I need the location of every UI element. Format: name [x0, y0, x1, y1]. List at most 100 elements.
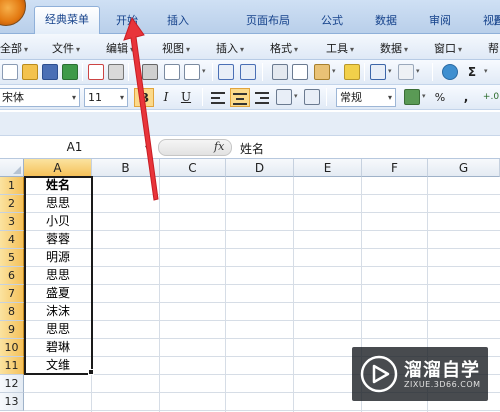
name-box[interactable]: A1	[0, 136, 150, 158]
new-file-icon[interactable]	[2, 64, 18, 80]
print-icon[interactable]	[142, 64, 158, 80]
gridline	[24, 248, 500, 249]
bold-button[interactable]: B	[134, 88, 154, 107]
play-logo-icon	[360, 355, 398, 393]
gridline	[24, 284, 500, 285]
cut-icon[interactable]	[272, 64, 288, 80]
copy-icon[interactable]	[292, 64, 308, 80]
percent-style-button[interactable]: %	[430, 88, 450, 107]
column-header-c[interactable]: C	[160, 159, 226, 177]
toolbar-separator	[432, 63, 433, 81]
ribbon-footer	[0, 112, 500, 136]
tab-classic-menu[interactable]: 经典菜单	[34, 6, 100, 35]
tab-formulas[interactable]: 公式	[310, 8, 354, 34]
menu-window[interactable]: 窗口 ▾	[434, 40, 462, 56]
tab-insert[interactable]: 插入	[156, 8, 200, 34]
toolbar-separator	[82, 63, 83, 81]
menu-format-label: 格式	[270, 42, 292, 55]
tab-developer-partial[interactable]: 开	[484, 8, 500, 34]
align-left-button[interactable]	[208, 88, 228, 107]
menu-insert[interactable]: 插入 ▾	[216, 40, 244, 56]
permission-icon[interactable]	[62, 64, 78, 80]
tab-review[interactable]: 审阅	[416, 8, 464, 34]
hyperlink-icon[interactable]	[442, 64, 458, 80]
menu-edit[interactable]: 编辑 ▾	[106, 40, 134, 56]
menu-data[interactable]: 数据 ▾	[380, 40, 408, 56]
chevron-down-icon: ▾	[24, 45, 29, 54]
undo-icon[interactable]	[370, 64, 386, 80]
row-header-12[interactable]: 12	[0, 375, 24, 393]
chevron-down-icon[interactable]: ▾	[416, 67, 420, 75]
page-setup-icon[interactable]	[184, 64, 200, 80]
chevron-down-icon[interactable]: ▾	[332, 67, 336, 75]
align-center-button[interactable]	[230, 88, 250, 107]
column-header-f[interactable]: F	[362, 159, 428, 177]
spelling-icon[interactable]	[218, 64, 234, 80]
chevron-down-icon[interactable]: ▾	[484, 67, 488, 75]
chevron-down-icon: ▾	[71, 93, 76, 102]
row-header-4[interactable]: 4	[0, 231, 24, 249]
column-header-d[interactable]: D	[226, 159, 294, 177]
row-header-13[interactable]: 13	[0, 393, 24, 411]
column-header-a[interactable]: A	[24, 159, 92, 177]
chevron-down-icon[interactable]: ▾	[422, 92, 426, 100]
select-all-button[interactable]	[0, 159, 24, 177]
row-header-3[interactable]: 3	[0, 213, 24, 231]
redo-icon[interactable]	[398, 64, 414, 80]
row-header-10[interactable]: 10	[0, 339, 24, 357]
merge-center-icon[interactable]	[276, 89, 292, 105]
print-preview-icon[interactable]	[108, 64, 124, 80]
chevron-down-icon[interactable]: ▾	[145, 143, 149, 152]
autosum-button[interactable]: Σ	[462, 63, 482, 82]
fill-handle[interactable]	[88, 369, 94, 375]
menu-all[interactable]: 全部 ▾	[0, 40, 28, 56]
menu-file[interactable]: 文件 ▾	[52, 40, 80, 56]
chevron-down-icon[interactable]: ▾	[202, 67, 206, 75]
open-folder-icon[interactable]	[22, 64, 38, 80]
menu-format[interactable]: 格式 ▾	[270, 40, 298, 56]
row-header-11[interactable]: 11	[0, 357, 24, 375]
row-header-2[interactable]: 2	[0, 195, 24, 213]
column-header-g[interactable]: G	[428, 159, 500, 177]
wrap-text-icon[interactable]	[304, 89, 320, 105]
row-header-9[interactable]: 9	[0, 321, 24, 339]
insert-function-button[interactable]: fx	[214, 140, 224, 153]
office-button-icon[interactable]	[0, 0, 26, 26]
research-icon[interactable]	[240, 64, 256, 80]
menu-view[interactable]: 视图 ▾	[162, 40, 190, 56]
row-header-6[interactable]: 6	[0, 267, 24, 285]
column-header-e[interactable]: E	[294, 159, 362, 177]
comma-style-button[interactable]: ,	[456, 88, 476, 107]
font-name-value: 宋体	[2, 91, 24, 104]
chevron-down-icon: ▾	[119, 93, 124, 102]
tab-page-layout[interactable]: 页面布局	[230, 8, 306, 34]
increase-decimal-button[interactable]: +.0	[478, 88, 500, 107]
row-header-5[interactable]: 5	[0, 249, 24, 267]
save-icon[interactable]	[42, 64, 58, 80]
italic-button[interactable]: I	[156, 88, 176, 107]
menu-tools[interactable]: 工具 ▾	[326, 40, 354, 56]
underline-button[interactable]: U	[176, 88, 196, 107]
menu-help-label: 帮	[488, 42, 499, 55]
formatting-toolbar: 宋体 ▾ 11 ▾ B I U ▾ 常规 ▾ ▾ % , +.0	[0, 85, 500, 110]
formula-input[interactable]: 姓名	[240, 140, 264, 157]
preview-icon[interactable]	[164, 64, 180, 80]
chevron-down-icon[interactable]: ▾	[388, 67, 392, 75]
font-name-select[interactable]: 宋体 ▾	[0, 88, 80, 107]
row-header-8[interactable]: 8	[0, 303, 24, 321]
chevron-down-icon[interactable]: ▾	[294, 92, 298, 100]
tab-home[interactable]: 开始	[104, 8, 150, 34]
number-format-select[interactable]: 常规 ▾	[336, 88, 396, 107]
align-right-button[interactable]	[252, 88, 272, 107]
menu-help[interactable]: 帮	[488, 40, 499, 56]
accounting-format-icon[interactable]	[404, 89, 420, 105]
row-header-7[interactable]: 7	[0, 285, 24, 303]
format-painter-icon[interactable]	[344, 64, 360, 80]
column-header-b[interactable]: B	[92, 159, 160, 177]
font-size-select[interactable]: 11 ▾	[84, 88, 128, 107]
toolbar-separator	[364, 63, 365, 81]
paste-icon[interactable]	[314, 64, 330, 80]
tab-data[interactable]: 数据	[362, 8, 410, 34]
row-header-1[interactable]: 1	[0, 177, 24, 195]
pdf-icon[interactable]	[88, 64, 104, 80]
